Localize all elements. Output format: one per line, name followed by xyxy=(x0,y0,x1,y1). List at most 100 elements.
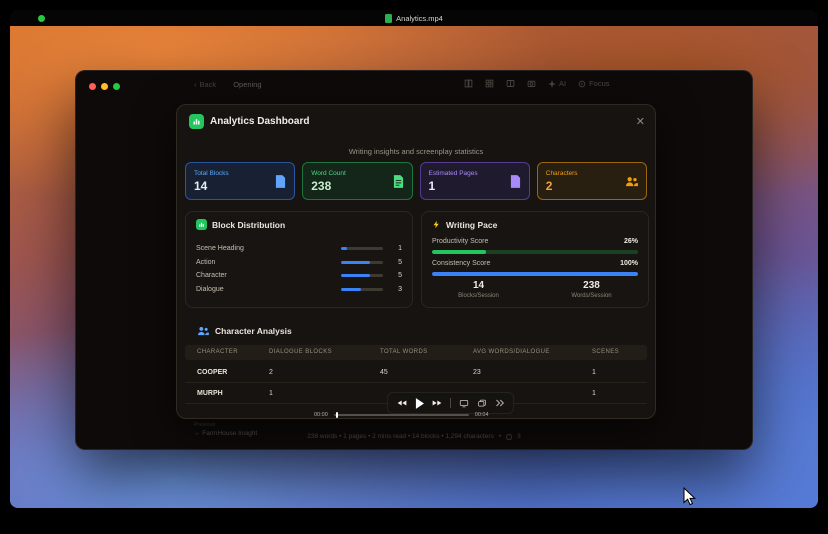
session-stat: 238 Words/Session xyxy=(535,280,648,299)
table-cell: 2 xyxy=(269,369,273,376)
table-header-row: CHARACTER DIALOGUE BLOCKS TOTAL WORDS AV… xyxy=(185,345,647,360)
panel-title: Writing Pace xyxy=(446,219,498,230)
analytics-dashboard-modal: Analytics Dashboard ✕ Writing insights a… xyxy=(176,104,656,419)
play-button[interactable] xyxy=(415,397,424,409)
stat-card-total-blocks: Total Blocks 14 xyxy=(185,162,296,200)
rewind-button[interactable] xyxy=(397,399,407,407)
stat-card-word-count: Word Count 238 xyxy=(302,162,413,200)
distribution-value: 5 xyxy=(398,258,402,266)
analytics-icon xyxy=(189,114,204,129)
pip-icon xyxy=(459,399,469,407)
modal-title: Analytics Dashboard xyxy=(210,116,310,127)
playhead[interactable] xyxy=(335,412,339,418)
stat-card-label: Word Count xyxy=(311,170,346,177)
stat-card-value: 14 xyxy=(194,179,208,193)
stat-card-label: Estimated Pages xyxy=(428,170,478,177)
metric-value: 26% xyxy=(623,238,638,245)
distribution-label: Dialogue xyxy=(196,285,224,293)
metric-row: Productivity Score 26% xyxy=(432,238,638,245)
time-total: 00:04 xyxy=(474,412,489,418)
distribution-row: Character 5 xyxy=(196,270,402,281)
forward-icon xyxy=(432,400,442,406)
stat-card-value: 1 xyxy=(428,179,436,193)
table-header-cell: SCENES xyxy=(592,349,620,355)
menu-bar-title: Analytics.mp4 xyxy=(385,13,443,23)
table-cell: 45 xyxy=(380,369,388,376)
table-row: COOPER 2 45 23 1 xyxy=(185,362,647,383)
block-distribution-panel: Block Distribution Scene Heading 1 Actio… xyxy=(185,211,413,308)
section-title: Character Analysis xyxy=(215,326,292,336)
menu-bar-title-text: Analytics.mp4 xyxy=(396,13,443,23)
rewind-icon xyxy=(397,400,407,406)
zoom-window-button[interactable] xyxy=(113,83,120,90)
overlay-button[interactable] xyxy=(477,399,487,408)
forward-button[interactable] xyxy=(432,399,442,407)
stat-card-label: Total Blocks xyxy=(194,170,229,177)
table-header-cell: DIALOGUE BLOCKS xyxy=(269,349,333,355)
menu-bar: Analytics.mp4 xyxy=(10,10,818,26)
table-cell: 1 xyxy=(592,369,596,376)
window-traffic-lights xyxy=(89,83,120,90)
distribution-bar xyxy=(341,274,383,277)
distribution-label: Character xyxy=(196,272,227,279)
distribution-value: 1 xyxy=(398,245,402,252)
distribution-bar xyxy=(341,260,383,264)
table-header-cell: CHARACTER xyxy=(197,349,238,355)
stat-card-label: Characters xyxy=(545,170,578,177)
document-icon xyxy=(275,174,286,188)
people-icon xyxy=(198,327,209,336)
progress-bar-productivity xyxy=(432,250,638,254)
close-button[interactable]: ✕ xyxy=(636,115,645,128)
seek-bar[interactable] xyxy=(333,412,469,418)
mouse-cursor xyxy=(683,487,697,506)
distribution-bar xyxy=(341,247,383,250)
table-header-cell: TOTAL WORDS xyxy=(380,349,428,355)
table-cell: 23 xyxy=(473,369,481,376)
metric-value: 100% xyxy=(620,260,638,267)
stat-card-value: 238 xyxy=(311,179,332,193)
pip-button[interactable] xyxy=(459,399,469,408)
more-button[interactable] xyxy=(495,399,504,407)
metric-label: Productivity Score xyxy=(432,238,489,245)
distribution-row: Action 5 xyxy=(196,257,402,268)
bar-chart-icon xyxy=(196,219,207,230)
table-cell: 1 xyxy=(592,390,596,397)
distribution-value: 5 xyxy=(398,272,402,279)
session-stat-label: Blocks/Session xyxy=(458,293,499,299)
table-cell: 1 xyxy=(269,390,273,397)
film-icon xyxy=(478,399,486,406)
record-indicator-icon xyxy=(38,15,45,22)
progress-bar-consistency xyxy=(432,272,638,276)
video-file-icon xyxy=(385,13,393,23)
lightning-icon xyxy=(433,220,439,229)
close-window-button[interactable] xyxy=(89,83,96,90)
panel-title: Block Distribution xyxy=(212,219,286,230)
session-stat-value: 238 xyxy=(583,280,600,291)
modal-subtitle: Writing insights and screenplay statisti… xyxy=(348,147,484,156)
session-stats: 14 Blocks/Session 238 Words/Session xyxy=(422,280,648,299)
table-cell: MURPH xyxy=(197,390,223,397)
session-stat-label: Words/Session xyxy=(571,293,612,299)
modal-header: Analytics Dashboard ✕ xyxy=(189,114,645,129)
session-stat: 14 Blocks/Session xyxy=(422,280,535,299)
writing-pace-panel: Writing Pace Productivity Score 26% Cons… xyxy=(421,211,649,308)
metric-label: Consistency Score xyxy=(432,260,491,267)
minimize-window-button[interactable] xyxy=(101,83,108,90)
distribution-label: Scene Heading xyxy=(196,245,244,252)
metric-row: Consistency Score 100% xyxy=(432,260,638,267)
time-current: 00:00 xyxy=(314,412,328,418)
character-analysis-header: Character Analysis xyxy=(197,326,292,336)
seek-area: 00:00 00:04 xyxy=(314,412,489,418)
distribution-value: 3 xyxy=(398,285,402,293)
play-icon xyxy=(415,397,424,409)
controls-divider xyxy=(450,398,451,408)
distribution-bar xyxy=(341,287,383,291)
table-cell: COOPER xyxy=(197,369,228,376)
distribution-row: Scene Heading 1 xyxy=(196,243,402,254)
stat-card-value: 2 xyxy=(545,179,553,193)
desktop-screen: Analytics.mp4 ‹ Back Opening xyxy=(0,0,828,534)
page-icon xyxy=(510,174,521,188)
stat-card-characters: Characters 2 xyxy=(536,162,647,200)
people-icon xyxy=(625,176,638,187)
video-player-window: ‹ Back Opening xyxy=(75,70,753,450)
